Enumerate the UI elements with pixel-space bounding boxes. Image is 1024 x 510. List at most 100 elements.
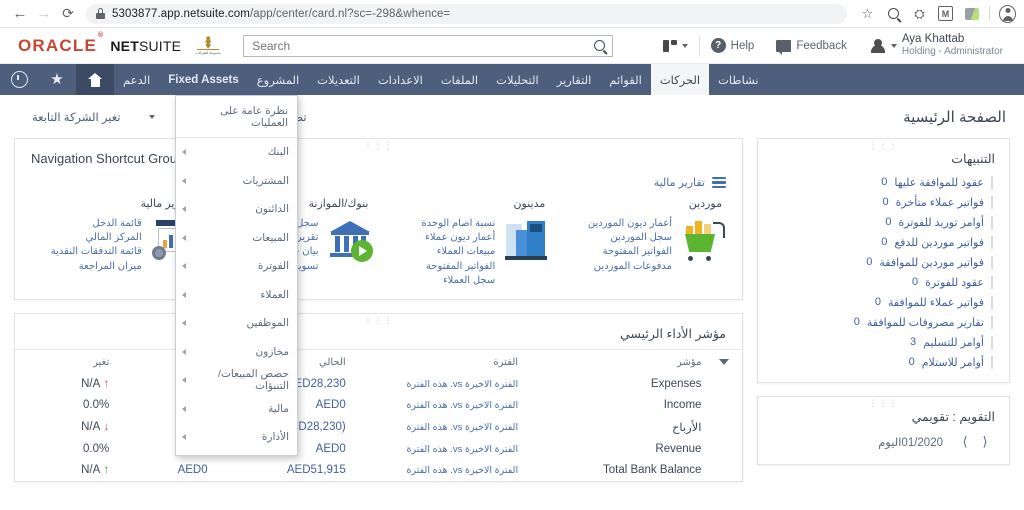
kpi-row[interactable]: Expensesالفترة الاخيرة vs. هذه الفترةAED…	[15, 374, 742, 395]
alert-label: فواتير موردين للموافقة	[879, 256, 984, 269]
shortcut-link[interactable]: المركز المالي	[51, 231, 142, 244]
dropdown-item-6[interactable]: الموظفين	[176, 309, 297, 338]
back-arrow-icon[interactable]: ←	[8, 2, 32, 26]
kpi-row[interactable]: Total Bank Balanceالفترة الاخيرة vs. هذه…	[15, 460, 742, 481]
dropdown-item-3[interactable]: المبيعات	[176, 224, 297, 253]
shortcut-link[interactable]: مدفوعات الموردين	[588, 260, 672, 273]
shortcuts-star-icon[interactable]: ★	[38, 64, 76, 95]
kpi-row[interactable]: Revenueالفترة الاخيرة vs. هذه الفترةAED0…	[15, 439, 742, 460]
quick-add-menu[interactable]	[652, 39, 699, 53]
puzzle-extension-icon[interactable]: ⛭	[911, 5, 928, 22]
search-input[interactable]	[244, 36, 586, 56]
chevron-left-icon[interactable]: ⟨	[977, 434, 993, 450]
browser-profile-avatar[interactable]	[999, 5, 1016, 22]
feedback-button[interactable]: Feedback	[765, 40, 858, 52]
dropdown-item-9[interactable]: مالية	[176, 395, 297, 424]
kpi-column-header[interactable]: الفترة	[350, 349, 522, 374]
alert-label: أوامر توريد للفوترة	[898, 216, 984, 229]
kpi-filter-icon[interactable]	[705, 349, 742, 374]
alert-row[interactable]: فواتير موردين للموافقة 0	[758, 252, 1009, 272]
forward-arrow-icon[interactable]: →	[32, 2, 56, 26]
search-icon[interactable]	[586, 36, 612, 56]
alert-label: أوامر للتسليم	[923, 336, 984, 349]
shortcut-link[interactable]: قائمة الدخل	[51, 217, 142, 230]
drag-handle[interactable]: ⋮⋮⋮	[364, 142, 394, 148]
calendar-month[interactable]: 01/2020اليوم	[878, 435, 943, 449]
kpi-row[interactable]: الأرباحالفترة الاخيرة vs. هذه الفترة(AED…	[15, 416, 742, 439]
shortcut-link[interactable]: سجل الموردين	[588, 231, 672, 244]
alert-row[interactable]: عقود للموافقة عليها0	[758, 172, 1009, 192]
nav-item-7[interactable]: التعديلات	[308, 64, 369, 95]
dropdown-item-7[interactable]: مخازون	[176, 338, 297, 367]
alert-row[interactable]: أوامر للتسليم3	[758, 332, 1009, 352]
shortcut-link[interactable]: أعمار ديون عملاء	[421, 231, 495, 244]
shortcut-link[interactable]: أعمار ديون الموردين	[588, 217, 672, 230]
alert-count: 0	[885, 216, 891, 228]
shortcut-group-portlet: ⋮⋮⋮ Navigation Shortcut Group تقارير مال…	[14, 138, 743, 300]
nav-item-4[interactable]: التحليلات	[487, 64, 548, 95]
dropdown-item-10[interactable]: الأدارة	[176, 423, 297, 452]
shortcut-column-body: قائمة الدخلالمركز الماليقائمة التدفقات ا…	[31, 216, 196, 273]
home-icon[interactable]	[76, 64, 114, 95]
dropdown-item-8[interactable]: حصص المبيعات/التنبؤات	[176, 366, 297, 395]
oracle-wordmark: ORACLE®	[18, 36, 103, 56]
recent-records-icon[interactable]	[0, 64, 38, 95]
alert-row[interactable]: تقارير مصروفات للموافقة0	[758, 312, 1009, 332]
shortcut-link[interactable]: سجل العملاء	[421, 274, 495, 287]
dropdown-item-1[interactable]: المشتريات	[176, 167, 297, 196]
alert-row[interactable]: فواتير موردين للدفع0	[758, 232, 1009, 252]
kpi-column-header[interactable]: تغير	[15, 349, 113, 374]
alert-row[interactable]: عقود للفوترة0	[758, 272, 1009, 292]
reload-icon[interactable]: ⟳	[56, 2, 80, 26]
kpi-change-value: 0.0%	[83, 443, 109, 455]
search-extension-icon[interactable]	[885, 5, 902, 22]
kpi-row[interactable]: Incomeالفترة الاخيرة vs. هذه الفترةAED0A…	[15, 395, 742, 416]
shortcut-column-1: مدينوننسبة اصام الوحدةأعمار ديون عملاءمب…	[379, 195, 556, 287]
help-button[interactable]: ? Help	[700, 38, 766, 53]
shortcut-link[interactable]: الفواتير المفتوحة	[421, 260, 495, 273]
nav-item-5[interactable]: الملفات	[432, 64, 487, 95]
shortcut-link[interactable]: ميزان المراجعة	[51, 260, 142, 273]
shortcut-subgroup[interactable]: تقارير مالية	[15, 170, 742, 191]
global-search[interactable]	[243, 35, 613, 57]
user-role: Holding - Administrator	[902, 46, 1003, 59]
dropdown-item-2[interactable]: الدائنون	[176, 195, 297, 224]
shortcut-link[interactable]: نسبة اصام الوحدة	[421, 217, 495, 230]
nav-item-2[interactable]: القوائم	[600, 64, 651, 95]
user-menu[interactable]: Aya Khattab Holding - Administrator	[858, 32, 1014, 59]
dropdown-item-4[interactable]: الفوترة	[176, 252, 297, 281]
alert-row[interactable]: أوامر توريد للفوترة 0	[758, 212, 1009, 232]
alert-row[interactable]: أوامر للاستلام0	[758, 352, 1009, 372]
kpi-column-header[interactable]: مؤشر	[522, 349, 705, 374]
green-extension-icon[interactable]	[963, 5, 980, 22]
address-bar[interactable]: 5303877.app.netsuite.com/app/center/card…	[86, 4, 847, 24]
oracle-netsuite-logo[interactable]: ORACLE® NETSUITE	[18, 36, 181, 56]
chevron-down-icon	[149, 115, 155, 119]
alert-count: 0	[866, 256, 872, 268]
page-control-2[interactable]	[135, 115, 174, 119]
m-extension-icon[interactable]: M	[937, 5, 954, 22]
alert-count: 0	[882, 196, 888, 208]
left-column: ⋮⋮⋮ التنبيهات عقود للموافقة عليها0فواتير…	[757, 138, 1010, 482]
nav-item-3[interactable]: التقارير	[548, 64, 601, 95]
drag-handle[interactable]: ⋮⋮⋮	[364, 317, 394, 323]
dropdown-header[interactable]: نظرة عامة على العمليات	[176, 98, 297, 138]
shortcut-link[interactable]: الفواتير المفتوحة	[588, 245, 672, 258]
nav-item-6[interactable]: الاعدادات	[369, 64, 432, 95]
dropdown-item-0[interactable]: البنك	[176, 138, 297, 167]
bookmark-star-icon[interactable]: ☆	[859, 5, 876, 22]
alert-row[interactable]: فواتير عملاء متأخرة0	[758, 192, 1009, 212]
alert-row[interactable]: فواتير عملاء للموافقة0	[758, 292, 1009, 312]
shortcut-link[interactable]: قائمة التدفقات النقدية	[51, 245, 142, 258]
nav-item-10[interactable]: الدعم	[114, 64, 159, 95]
shortcut-link[interactable]: مبيعات العملاء	[421, 245, 495, 258]
nav-item-8[interactable]: المشروع	[248, 64, 308, 95]
dropdown-item-5[interactable]: العملاء	[176, 281, 297, 310]
page-control-3[interactable]: تغير الشركة التابعة	[18, 110, 135, 124]
chevron-right-icon[interactable]: ⟩	[957, 434, 973, 450]
drag-handle[interactable]: ⋮⋮⋮	[869, 400, 899, 406]
nav-item-1[interactable]: الحركات	[651, 64, 709, 95]
nav-item-0[interactable]: نشاطات	[709, 64, 767, 95]
nav-item-9[interactable]: Fixed Assets	[159, 64, 248, 95]
drag-handle[interactable]: ⋮⋮⋮	[869, 142, 899, 148]
